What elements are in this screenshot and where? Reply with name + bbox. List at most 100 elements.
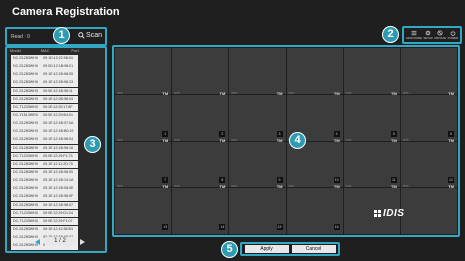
- camera-slot[interactable]: 15: [229, 188, 286, 234]
- list-item[interactable]: DC-S1283WHX 00:0E:12:1B:98:11: [11, 87, 78, 96]
- camera-mac: 00:1E:12:1B:08:05: [43, 169, 73, 174]
- camera-slot[interactable]: [400, 188, 457, 234]
- callout-badge-2: 2: [382, 26, 399, 43]
- list-item[interactable]: DC-S1283WHX 00:1E:12:1B:98:05: [11, 71, 78, 79]
- camera-mac: 00:0E:12:29:B4:01: [43, 112, 73, 117]
- list-item[interactable]: DC-T1233WHX 00:0E:12:29:D1:24: [11, 209, 78, 218]
- list-item[interactable]: DC-S1283WHX 00:1E:12:1B:98:0F: [11, 193, 78, 201]
- camera-slot[interactable]: IDIS TM: [400, 48, 457, 96]
- list-item[interactable]: DC-Y1513WRX 00:0E:12:29:B4:01: [11, 111, 78, 120]
- list-item[interactable]: DC-S1283WHX 00:1E:12:1B:98:07: [11, 201, 78, 210]
- slot-number: 9: [276, 177, 283, 184]
- camera-slot[interactable]: 7 IDIS TM: [115, 141, 172, 189]
- list-item[interactable]: DC-S1283WHX 00:1E:12:1B:98:18: [11, 144, 78, 153]
- tool-label: POWER: [447, 36, 459, 40]
- apply-button[interactable]: Apply: [244, 245, 289, 253]
- prev-page-button[interactable]: [35, 238, 40, 245]
- setup-button[interactable]: SETUP: [424, 30, 433, 40]
- slot-number: 4: [333, 130, 340, 137]
- camera-mac: 00:1D:12:22:98:04: [43, 56, 73, 60]
- list-item[interactable]: DC-S1283WHX 00:1E:12:1B:08:0E: [11, 185, 78, 193]
- callout-badge-1: 1: [53, 27, 70, 44]
- camera-slot[interactable]: 9 IDIS TM: [229, 141, 286, 189]
- column-header: Port: [71, 48, 79, 53]
- camera-mac: 00:1E:12:1B:98:07: [43, 202, 73, 207]
- camera-model: DC-S1283WHX: [13, 194, 39, 199]
- list-item[interactable]: DC-S1283WHX 00:1E:12:11:2D:70: [11, 160, 78, 169]
- callout-badge-5: 5: [221, 241, 238, 258]
- action-buttons: Apply Cancel: [240, 242, 340, 256]
- logo-text: IDIS: [383, 208, 405, 219]
- camera-slot[interactable]: 14: [172, 188, 229, 234]
- slot-number: 12: [448, 177, 454, 184]
- camera-slot[interactable]: IDIS TM: [172, 48, 229, 96]
- list-item[interactable]: DC-S1283WHX 00:1E:12:1B:B0:19: [11, 128, 78, 136]
- camera-mac: 00:1E:12:11:2D:70: [43, 161, 73, 166]
- camera-slot[interactable]: 5 IDIS TM: [343, 94, 400, 143]
- camera-slot[interactable]: 13: [115, 188, 172, 234]
- camera-slot[interactable]: 16: [286, 188, 343, 234]
- pager: 1 / 2: [35, 237, 85, 246]
- next-page-button[interactable]: [80, 238, 85, 245]
- list-item[interactable]: DC-T1233WHX 00:0E:12:29:F1:07: [11, 217, 78, 226]
- idis-logo: IDIS: [374, 208, 404, 219]
- camera-mac: 00:0E:12:29:F1:07: [42, 218, 73, 223]
- camera-mac: 00:1E:12:1B:07:0A: [43, 121, 74, 126]
- list-item[interactable]: DC-S1283WHX 00:0D:12:1B:98:01: [11, 63, 78, 71]
- camera-mac: 00:0E:12:29:F1:73: [42, 153, 73, 158]
- camera-model: DC-S1283WHX: [13, 129, 39, 134]
- grid-mode-button[interactable]: GRID MODE: [406, 30, 422, 40]
- callout-badge-4: 4: [289, 132, 306, 149]
- camera-slot[interactable]: IDIS TM: [115, 48, 172, 96]
- slot-number: 11: [390, 177, 397, 184]
- list-item[interactable]: DC-T1233WHX 00:1E:12:29:17:8F: [11, 103, 78, 112]
- list-item[interactable]: DC-S1283WHX 00:1E:12:1B:14:1A: [11, 177, 78, 185]
- scan-button[interactable]: Scan: [78, 32, 102, 39]
- camera-list: DC-S1283WHX 00:1D:12:22:98:04 DC-S1283WHX 0…: [11, 55, 78, 250]
- camera-slot[interactable]: 2 IDIS TM: [172, 94, 229, 143]
- camera-mac: 00:1E:12:2B:98:03: [43, 96, 73, 101]
- slot-number: 14: [219, 224, 226, 230]
- list-item[interactable]: DC-S1283WHX 00:1E:12:1B:98:13: [11, 79, 78, 88]
- list-item[interactable]: DC-S1283WHX 00:1E:12:1B:98:04: [11, 136, 78, 144]
- power-button[interactable]: POWER: [447, 30, 459, 40]
- camera-mac: 00:0E:12:29:D1:24: [42, 210, 73, 215]
- slot-number: 5: [390, 130, 397, 137]
- slot-number: 13: [162, 224, 169, 230]
- cancel-button[interactable]: Cancel: [291, 245, 336, 253]
- camera-model: DC-S1283WHX: [13, 169, 39, 174]
- list-item[interactable]: DC-T1233WHX 00:0E:12:29:F1:73: [11, 152, 78, 161]
- camera-model: DC-S1283WHX: [13, 202, 39, 207]
- column-header: MAC: [40, 48, 50, 53]
- camera-model: DC-S1283WHX: [13, 56, 39, 60]
- camera-slot[interactable]: 8 IDIS TM: [172, 141, 229, 189]
- camera-slot[interactable]: IDIS TM: [343, 48, 400, 96]
- camera-model: DC-S1283WHX: [13, 161, 39, 166]
- list-item[interactable]: DC-S1283WHX 00:1E:12:1B:07:0A: [11, 120, 78, 128]
- found-count: Read : 0: [11, 34, 30, 40]
- camera-slot[interactable]: 11 IDIS TM: [343, 141, 400, 189]
- list-item[interactable]: DC-S1283WHX 00:1E:12:1B:08:05: [11, 168, 78, 177]
- private-button[interactable]: PRIVATE: [434, 30, 446, 40]
- column-header: Model: [10, 48, 21, 53]
- camera-grid-panel: IDIS TM IDIS TM IDIS TM IDIS TM IDIS TM IDIS TM 1 IDI…: [112, 45, 460, 237]
- callout-badge-3: 3: [84, 136, 101, 153]
- camera-slot[interactable]: 3 IDIS TM: [229, 94, 286, 143]
- camera-slot[interactable]: 6 IDIS TM: [400, 94, 457, 143]
- list-item[interactable]: DC-S1283WHX 00:1D:12:22:98:04: [11, 55, 78, 63]
- camera-mac: 00:1E:12:1B:98:04: [43, 137, 73, 142]
- camera-model: DC-S1283WHX: [13, 72, 39, 77]
- camera-slot[interactable]: IDIS TM: [229, 48, 286, 96]
- camera-model: DC-S1283WHX: [13, 80, 39, 85]
- slot-number: 16: [333, 224, 340, 230]
- page-indicator: 1 / 2: [45, 237, 75, 246]
- camera-slot[interactable]: 1 IDIS TM: [115, 94, 172, 143]
- camera-model: DC-S1283WHX: [13, 145, 39, 150]
- list-item[interactable]: DC-S1283WHX 00:1E:12:2B:98:03: [11, 95, 78, 104]
- camera-model: DC-S1283WHX: [13, 226, 39, 231]
- camera-slot[interactable]: IDIS TM: [286, 48, 343, 96]
- camera-mac: 00:1E:12:1B:98:05: [43, 72, 73, 77]
- camera-slot[interactable]: 12 IDIS TM: [400, 141, 457, 189]
- list-item[interactable]: DC-S1283WHX 00:1E:12:12:38:B3: [11, 225, 78, 234]
- list-header: Model MAC Port: [7, 48, 105, 54]
